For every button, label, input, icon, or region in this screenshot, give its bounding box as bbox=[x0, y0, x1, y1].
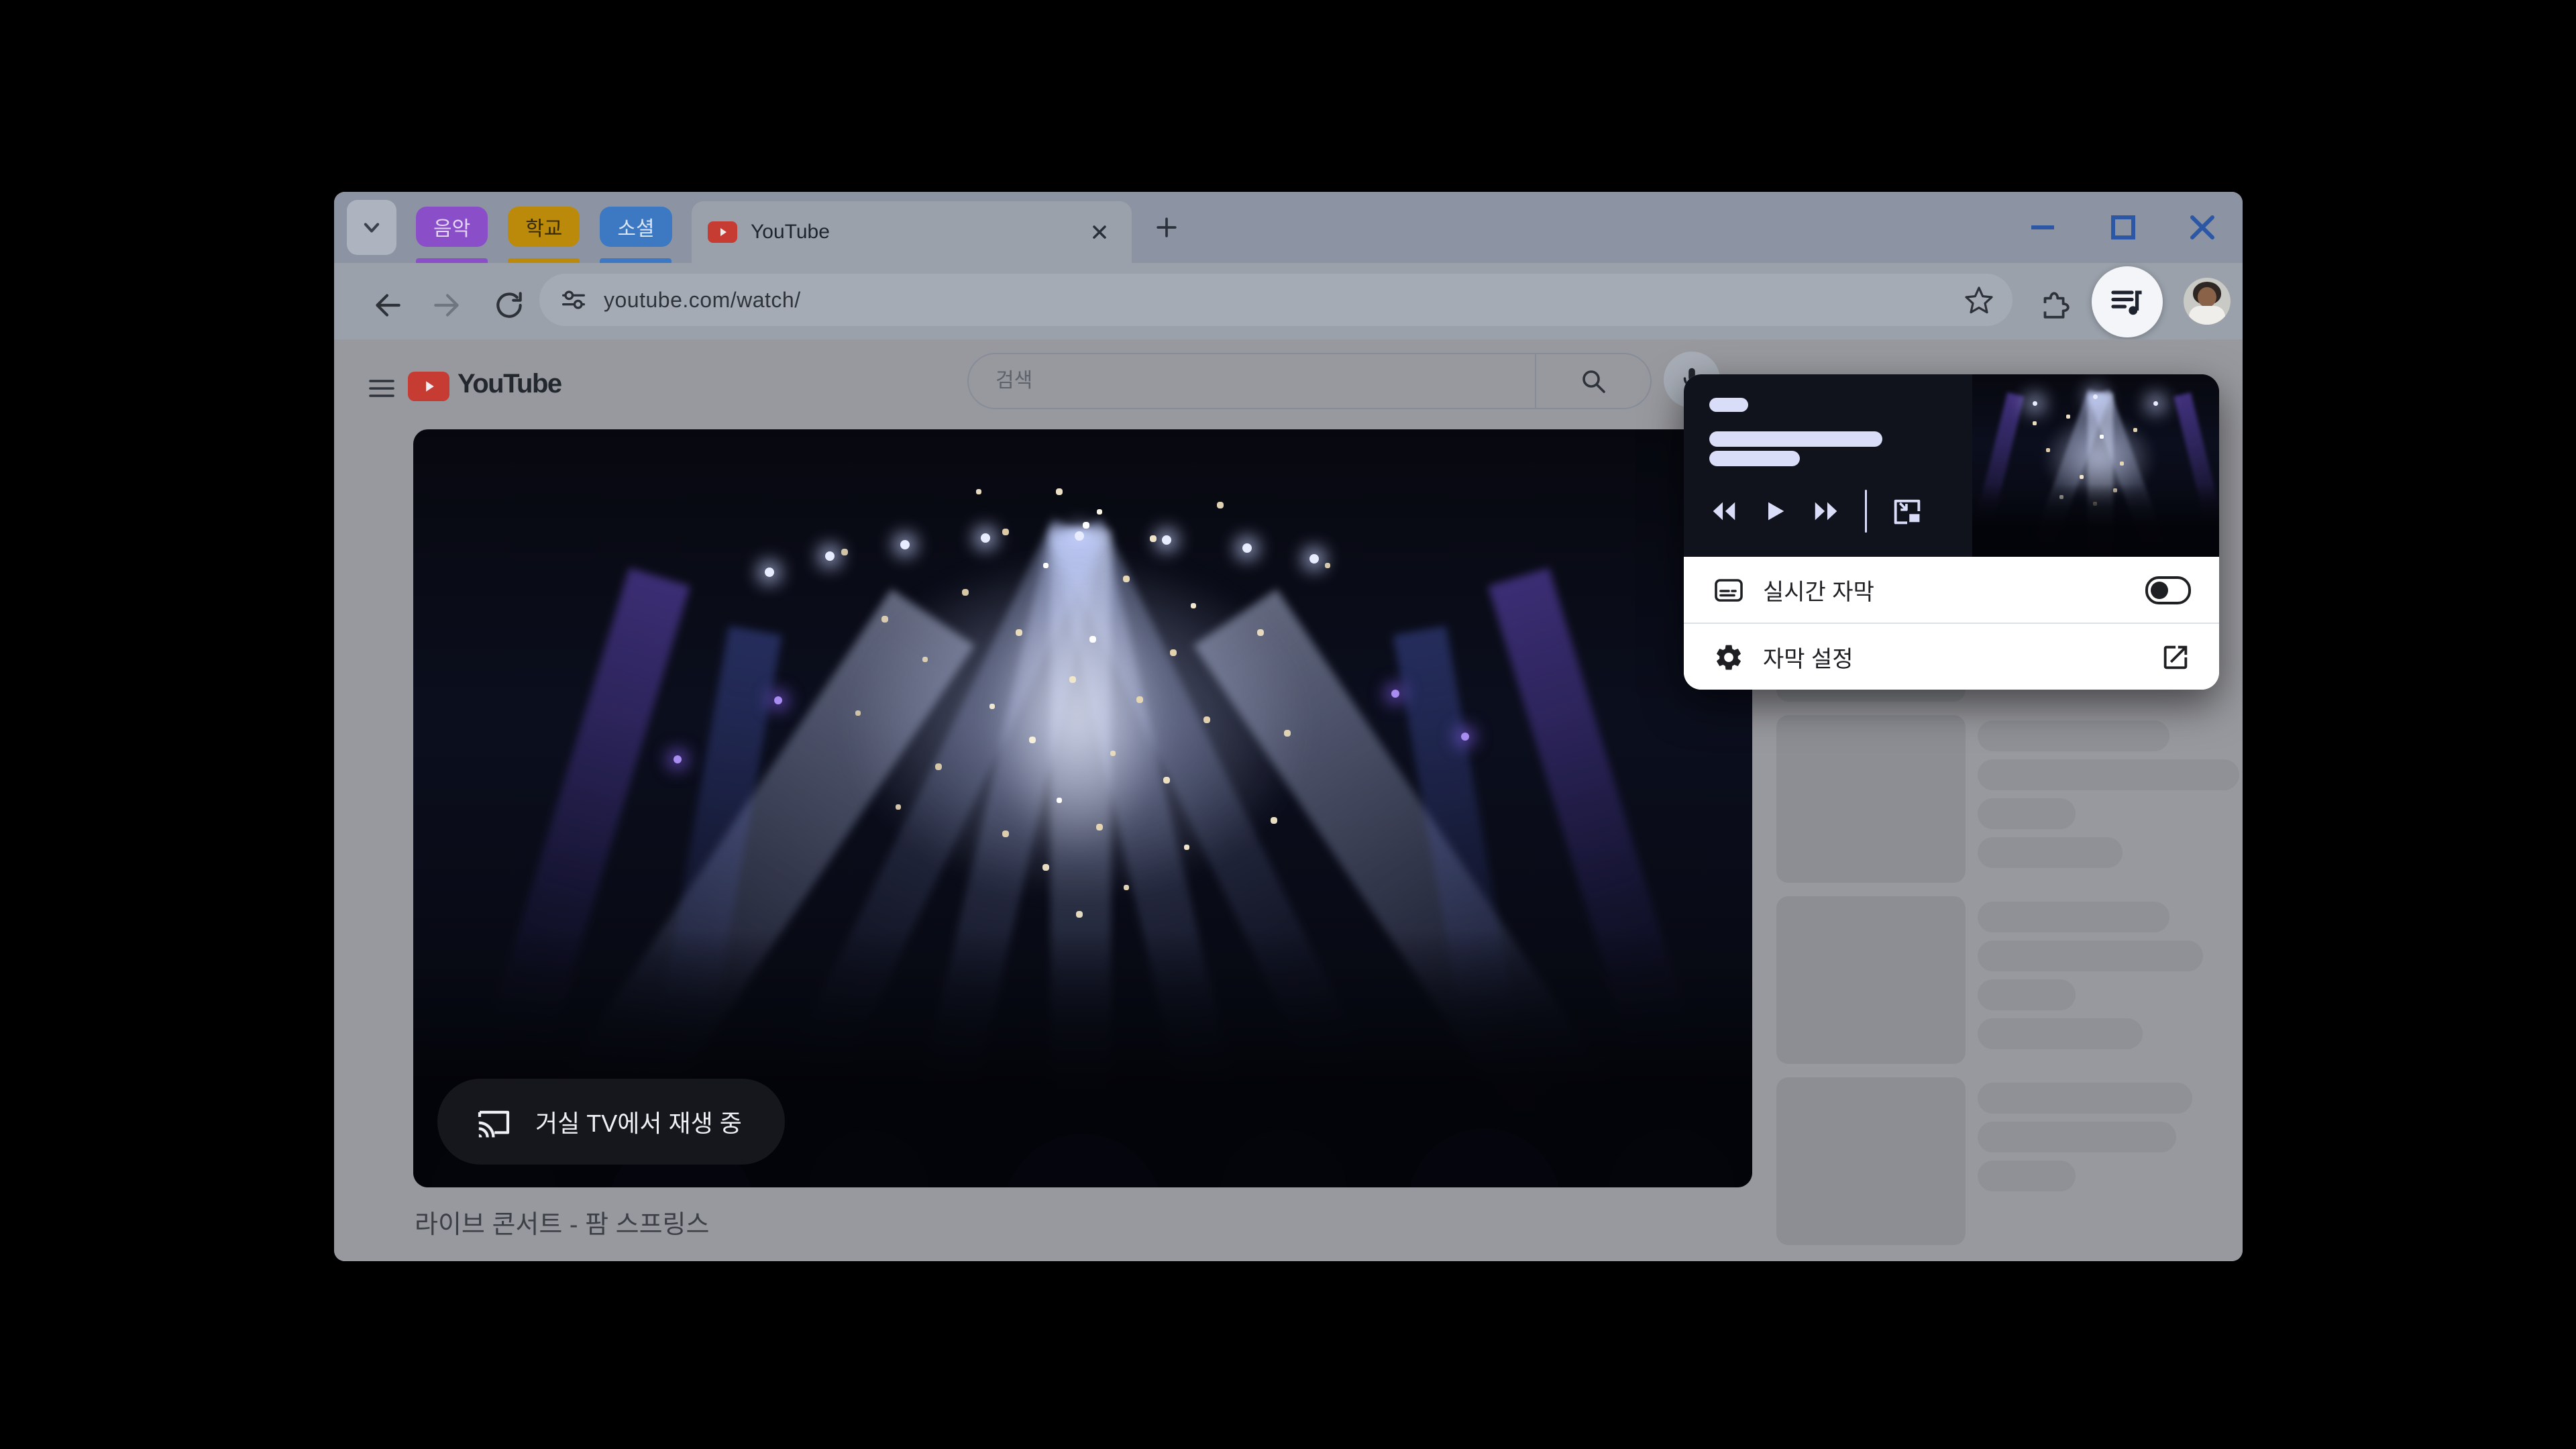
skeleton-text-line bbox=[1978, 1161, 2076, 1191]
extensions-button[interactable] bbox=[2034, 286, 2073, 325]
skeleton-text-line bbox=[1978, 837, 2123, 868]
menu-hamburger-button[interactable] bbox=[362, 369, 401, 408]
desktop-background: 음악 학교 소셜 YouTube youtube.com/watch/ YouT… bbox=[0, 0, 2576, 1449]
youtube-wordmark[interactable]: YouTube bbox=[458, 369, 562, 399]
media-artist-placeholder bbox=[1709, 451, 1800, 466]
skeleton-text-line bbox=[1978, 798, 2076, 829]
live-caption-toggle[interactable] bbox=[2145, 576, 2191, 604]
skeleton-text-line bbox=[1978, 979, 2076, 1010]
back-arrow-icon bbox=[376, 294, 400, 317]
search-input[interactable] bbox=[994, 369, 1535, 393]
live-caption-icon bbox=[1712, 574, 1746, 606]
skeleton-text-line bbox=[1978, 759, 2239, 790]
search-bar bbox=[967, 353, 1652, 409]
open-in-new-icon bbox=[2160, 642, 2191, 673]
cast-status-text: 거실 TV에서 재생 중 bbox=[535, 1110, 742, 1137]
toggle-knob bbox=[2151, 581, 2168, 599]
forward-arrow-icon bbox=[434, 294, 459, 317]
browser-toolbar: youtube.com/watch/ bbox=[334, 263, 2243, 339]
skeleton-text-line bbox=[1978, 1122, 2176, 1152]
live-caption-row[interactable]: 실시간 자막 bbox=[1684, 557, 2219, 623]
url-text[interactable]: youtube.com/watch/ bbox=[604, 288, 801, 313]
tab-group-chip[interactable]: 소셜 bbox=[600, 207, 672, 247]
media-artwork bbox=[1972, 374, 2219, 557]
tab-close-icon[interactable] bbox=[1085, 217, 1114, 247]
controls-divider bbox=[1865, 490, 1867, 533]
mini-media-player bbox=[1684, 374, 2219, 557]
hamburger-icon bbox=[369, 380, 394, 397]
skeleton-row bbox=[1776, 896, 2243, 1064]
search-icon bbox=[1582, 370, 1605, 393]
skeleton-text-line bbox=[1978, 902, 2169, 932]
tab-strip: 음악 학교 소셜 YouTube bbox=[334, 192, 2243, 263]
chevron-down-icon bbox=[364, 223, 380, 233]
tab-group-chip[interactable]: 학교 bbox=[508, 207, 580, 247]
play-button[interactable] bbox=[1762, 498, 1788, 525]
tab-group-chip[interactable]: 음악 bbox=[416, 207, 488, 247]
caption-settings-row[interactable]: 자막 설정 bbox=[1684, 624, 2219, 690]
media-controls-button[interactable] bbox=[2092, 266, 2163, 337]
skeleton-text-line bbox=[1978, 1018, 2143, 1049]
maximize-button[interactable] bbox=[2108, 192, 2139, 263]
tab-group-underline bbox=[508, 258, 580, 263]
youtube-favicon-icon bbox=[708, 221, 737, 243]
previous-track-button[interactable] bbox=[1708, 496, 1739, 527]
tab-title: YouTube bbox=[751, 221, 830, 243]
close-window-button[interactable] bbox=[2187, 192, 2218, 263]
skeleton-text-line bbox=[1978, 720, 2169, 751]
live-caption-label: 실시간 자막 bbox=[1763, 580, 1874, 605]
media-title-placeholder bbox=[1709, 431, 1882, 447]
next-track-button[interactable] bbox=[1811, 496, 1842, 527]
skeleton-row bbox=[1776, 1077, 2243, 1245]
video-player[interactable]: 거실 TV에서 재생 중 bbox=[413, 429, 1752, 1187]
tab-search-button[interactable] bbox=[347, 200, 396, 255]
tab-group-underline bbox=[600, 258, 672, 263]
tab-groups: 음악 학교 소셜 bbox=[416, 207, 672, 247]
minimize-button[interactable] bbox=[2027, 192, 2058, 263]
media-info bbox=[1684, 374, 1972, 557]
search-button[interactable] bbox=[1536, 354, 1650, 408]
bookmark-star-button[interactable] bbox=[1963, 284, 1995, 319]
skeleton-thumbnail bbox=[1776, 715, 1966, 883]
new-tab-button[interactable] bbox=[1147, 208, 1186, 247]
active-tab-youtube[interactable]: YouTube bbox=[692, 201, 1132, 263]
puzzle-icon bbox=[2043, 292, 2070, 319]
gear-icon bbox=[1712, 642, 1746, 673]
cast-status-chip[interactable]: 거실 TV에서 재생 중 bbox=[437, 1079, 785, 1165]
profile-avatar[interactable] bbox=[2184, 278, 2231, 325]
site-settings-icon[interactable] bbox=[558, 284, 589, 315]
skeleton-thumbnail bbox=[1776, 1077, 1966, 1245]
reload-button[interactable] bbox=[490, 286, 529, 325]
skeleton-text-line bbox=[1978, 1083, 2192, 1114]
queue-music-icon bbox=[2111, 290, 2142, 315]
address-bar[interactable]: youtube.com/watch/ bbox=[539, 274, 2012, 326]
browser-window: 음악 학교 소셜 YouTube youtube.com/watch/ YouT… bbox=[334, 192, 2243, 1261]
avatar-shirt bbox=[2189, 306, 2225, 325]
youtube-logo-icon[interactable] bbox=[408, 372, 449, 401]
picture-in-picture-button[interactable] bbox=[1890, 494, 1925, 529]
concert-video-frame bbox=[413, 429, 1752, 1187]
video-title: 라이브 콘서트 - 팜 스프링스 bbox=[415, 1211, 710, 1239]
back-button[interactable] bbox=[368, 286, 407, 325]
reload-icon bbox=[496, 292, 522, 318]
star-icon bbox=[1965, 286, 1993, 314]
media-controls-popup: 실시간 자막 자막 설정 bbox=[1684, 374, 2219, 690]
tab-group-underline bbox=[416, 258, 488, 263]
skeleton-row bbox=[1776, 715, 2243, 883]
media-label-placeholder bbox=[1709, 398, 1748, 412]
caption-settings-label: 자막 설정 bbox=[1763, 647, 1854, 672]
avatar-face bbox=[2198, 287, 2216, 307]
skeleton-thumbnail bbox=[1776, 896, 1966, 1064]
forward-button[interactable] bbox=[428, 286, 467, 325]
skeleton-text-line bbox=[1978, 941, 2203, 971]
cast-icon bbox=[478, 1110, 510, 1138]
tab-group-underlines bbox=[416, 258, 672, 263]
